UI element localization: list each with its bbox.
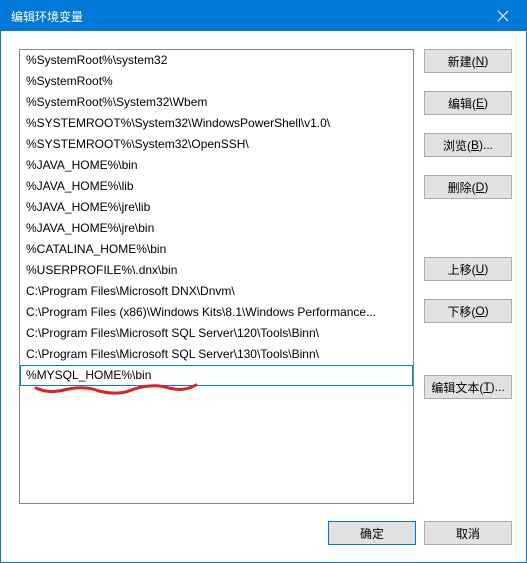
list-item[interactable]: %JAVA_HOME%\lib [20,176,413,197]
list-item[interactable]: C:\Program Files\Microsoft SQL Server\13… [20,344,413,365]
list-item[interactable]: %SYSTEMROOT%\System32\OpenSSH\ [20,134,413,155]
content-area: %SystemRoot%\system32%SystemRoot%%System… [1,31,526,514]
list-item[interactable]: C:\Program Files\Microsoft DNX\Dnvm\ [20,281,413,302]
list-item[interactable]: %JAVA_HOME%\jre\bin [20,218,413,239]
list-item[interactable]: %SystemRoot%\System32\Wbem [20,92,413,113]
list-item[interactable]: %SystemRoot% [20,71,413,92]
edittext-button[interactable]: 编辑文本(T)... [424,375,512,399]
ok-button[interactable]: 确定 [328,521,416,545]
edit-button[interactable]: 编辑(E) [424,91,512,115]
list-item[interactable]: %CATALINA_HOME%\bin [20,239,413,260]
list-item[interactable]: %JAVA_HOME%\bin [20,155,413,176]
close-button[interactable] [480,1,526,31]
list-item[interactable]: C:\Program Files\Microsoft SQL Server\12… [20,323,413,344]
list-item[interactable]: %JAVA_HOME%\jre\lib [20,197,413,218]
window-title: 编辑环境变量 [11,8,83,25]
list-item[interactable]: %SystemRoot%\system32 [20,50,413,71]
titlebar: 编辑环境变量 [1,1,526,31]
footer: 确定 取消 [1,514,526,562]
list-item[interactable]: %USERPROFILE%\.dnx\bin [20,260,413,281]
list-item[interactable]: %SYSTEMROOT%\System32\WindowsPowerShell\… [20,113,413,134]
path-listbox[interactable]: %SystemRoot%\system32%SystemRoot%%System… [19,49,414,504]
dialog-window: 编辑环境变量 %SystemRoot%\system32%SystemRoot%… [0,0,527,563]
list-item[interactable]: C:\Program Files (x86)\Windows Kits\8.1\… [20,302,413,323]
browse-button[interactable]: 浏览(B)... [424,133,512,157]
delete-button[interactable]: 删除(D) [424,175,512,199]
close-icon [497,10,509,22]
cancel-button[interactable]: 取消 [424,521,512,545]
movedown-button[interactable]: 下移(O) [424,299,512,323]
new-button[interactable]: 新建(N) [424,49,512,73]
side-button-panel: 新建(N) 编辑(E) 浏览(B)... 删除(D) 上移(U) 下移(O) 编… [424,49,512,504]
moveup-button[interactable]: 上移(U) [424,257,512,281]
